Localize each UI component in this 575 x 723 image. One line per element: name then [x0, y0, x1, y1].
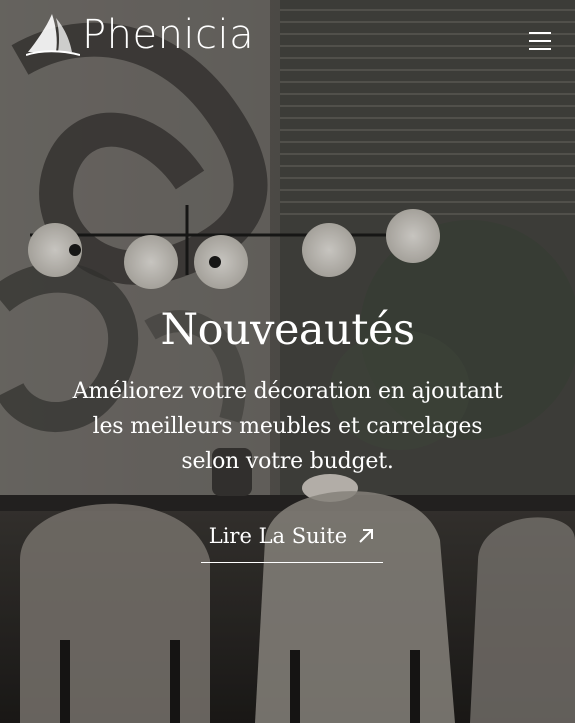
hamburger-icon[interactable] [527, 30, 553, 52]
read-more-label: Lire La Suite [208, 524, 348, 548]
hero-title: Nouveautés [160, 305, 415, 355]
brand-name: Phenicia [82, 12, 255, 58]
read-more-link[interactable]: Lire La Suite [201, 510, 383, 563]
brand-logo[interactable]: Phenicia [26, 12, 254, 58]
sail-logo-icon [26, 14, 80, 56]
arrow-up-right-icon [359, 529, 374, 543]
site-header: Phenicia [0, 0, 575, 80]
hero-content: Nouveautés Améliorez votre décoration en… [0, 300, 575, 479]
hero-subtitle: Améliorez votre décoration en ajoutant l… [72, 379, 503, 474]
